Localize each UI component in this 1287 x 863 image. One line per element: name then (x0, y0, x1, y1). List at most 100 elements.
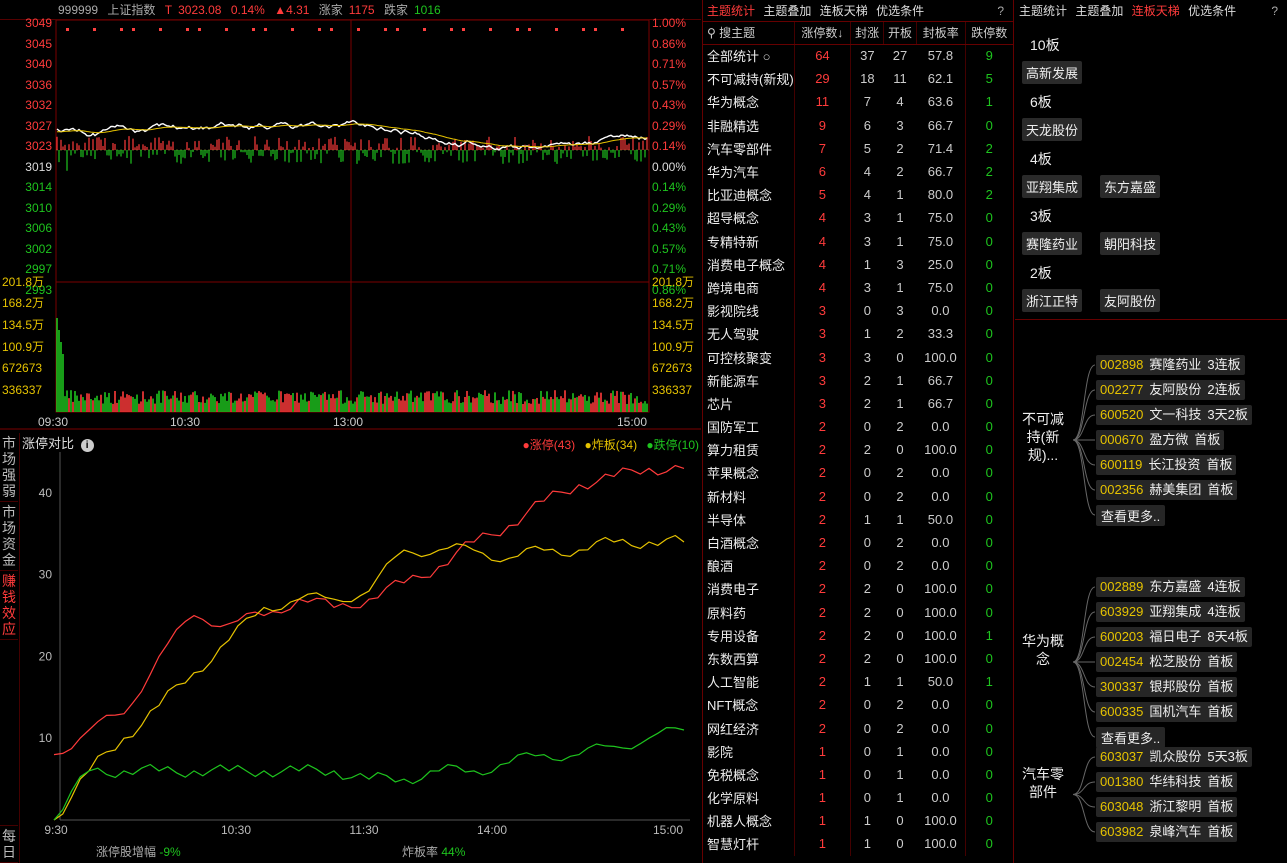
stock-name: 友阿股份 (1149, 382, 1202, 397)
seal-rate: 0.0 (916, 716, 966, 740)
tab-market-strength[interactable]: 市场强弱 (0, 433, 18, 502)
table-row[interactable]: 超导概念 4 3 1 75.0 0 (703, 206, 1013, 230)
group-stock-chip[interactable]: 002356 赫美集团 首板 (1096, 480, 1238, 500)
tab-limit-ladder[interactable]: 连板天梯 (820, 4, 868, 18)
table-row[interactable]: 影院 1 0 1 0.0 0 (703, 739, 1013, 763)
limit-up-count: 29 (794, 67, 852, 91)
seal-rate: 66.7 (916, 368, 966, 392)
table-row[interactable]: 算力租赁 2 2 0 100.0 0 (703, 438, 1013, 462)
ladder-stock-chip[interactable]: 朝阳科技 (1100, 232, 1161, 255)
limit-up-count: 3 (794, 391, 852, 415)
group-stock-chip[interactable]: 002277 友阿股份 2连板 (1096, 380, 1245, 400)
table-row[interactable]: 全部统计 ○ 64 37 27 57.8 9 (703, 44, 1013, 68)
help-icon[interactable]: ? (997, 0, 1004, 22)
table-row[interactable]: 华为概念 11 7 4 63.6 1 (703, 90, 1013, 114)
table-row[interactable]: 专精特新 4 3 1 75.0 0 (703, 229, 1013, 253)
group-stock-chip[interactable]: 603929 亚翔集成 4连板 (1096, 602, 1245, 622)
limit-down-count: 0 (985, 766, 993, 782)
group-stock-chip[interactable]: 603037 凯众股份 5天3板 (1096, 747, 1252, 767)
table-header-row: ⚲ 搜主题 涨停数↓ 封涨 开板 封板率 跌停数 (703, 22, 1013, 45)
table-row[interactable]: 新材料 2 0 2 0.0 0 (703, 484, 1013, 508)
table-row[interactable]: 苹果概念 2 0 2 0.0 0 (703, 461, 1013, 485)
table-row[interactable]: 东数西算 2 2 0 100.0 0 (703, 646, 1013, 671)
table-row[interactable]: 可控核聚变 3 3 0 100.0 0 (703, 345, 1013, 369)
table-row[interactable]: 比亚迪概念 5 4 1 80.0 2 (703, 183, 1013, 207)
table-row[interactable]: 网红经济 2 0 2 0.0 0 (703, 716, 1013, 740)
table-row[interactable]: 免税概念 1 0 1 0.0 0 (703, 762, 1013, 786)
table-row[interactable]: 智慧灯杆 1 1 0 100.0 0 (703, 832, 1013, 856)
table-row[interactable]: 半导体 2 1 1 50.0 0 (703, 507, 1013, 531)
table-row[interactable]: 汽车零部件 7 5 2 71.4 2 (703, 136, 1013, 160)
group-stock-chip[interactable]: 600520 文一科技 3天2板 (1096, 405, 1252, 425)
group-stock-chip[interactable]: 001380 华纬科技 首板 (1096, 772, 1238, 792)
table-row[interactable]: 非融精选 9 6 3 66.7 0 (703, 113, 1013, 137)
tab-profit-effect[interactable]: 赚钱效应 (0, 571, 18, 640)
stats-circle-icon[interactable]: ○ (759, 49, 771, 64)
table-row[interactable]: 消费电子 2 2 0 100.0 0 (703, 577, 1013, 601)
table-row[interactable]: 新能源车 3 2 1 66.7 0 (703, 368, 1013, 392)
index-chart-canvas[interactable] (0, 0, 701, 430)
table-row[interactable]: 芯片 3 2 1 66.7 0 (703, 391, 1013, 415)
index-chart-panel[interactable]: 999999 上证指数 T 3023.08 0.14% ▲4.31 涨家 1175 … (0, 0, 701, 430)
group-stock-chip[interactable]: 002889 东方嘉盛 4连板 (1096, 577, 1245, 597)
table-row[interactable]: 消费电子概念 4 1 3 25.0 0 (703, 252, 1013, 276)
col-opened[interactable]: 开板 (883, 22, 917, 45)
group-stock-chip[interactable]: 600119 长江投资 首板 (1096, 455, 1237, 475)
ladder-tab-limit-ladder[interactable]: 连板天梯 (1132, 4, 1180, 18)
ladder-stock-chip[interactable]: 东方嘉盛 (1100, 175, 1161, 198)
group-stock-chip[interactable]: 600203 福日电子 8天4板 (1096, 627, 1252, 647)
table-row[interactable]: 无人驾驶 3 1 2 33.3 0 (703, 322, 1013, 346)
ladder-stock-chip[interactable]: 友阿股份 (1100, 289, 1161, 312)
search-theme-header[interactable]: ⚲ 搜主题 (703, 22, 795, 45)
table-row[interactable]: 国防军工 2 0 2 0.0 0 (703, 415, 1013, 439)
opened-count: 1 (896, 790, 904, 806)
table-row[interactable]: 酿酒 2 0 2 0.0 0 (703, 554, 1013, 578)
group-stock-chip[interactable]: 002454 松芝股份 首板 (1096, 652, 1238, 672)
group-stock-chip[interactable]: 300337 银邦股份 首板 (1096, 677, 1238, 697)
sealed-count: 0 (863, 488, 871, 504)
ladder-help-icon[interactable]: ? (1271, 0, 1278, 22)
tab-filter[interactable]: 优选条件 (876, 4, 924, 18)
table-row[interactable]: 白酒概念 2 0 2 0.0 0 (703, 530, 1013, 555)
limit-up-count: 11 (794, 90, 852, 114)
info-icon[interactable]: i (80, 439, 94, 452)
table-row[interactable]: 人工智能 2 1 1 50.0 1 (703, 670, 1013, 694)
col-limit-up[interactable]: 涨停数↓ (794, 22, 852, 45)
tab-daily[interactable]: 每日 (0, 825, 18, 863)
ladder-tab-theme-overlay[interactable]: 主题叠加 (1075, 4, 1123, 18)
sealed-count: 4 (863, 164, 871, 180)
theme-name: 无人驾驶 (703, 322, 795, 346)
col-sealed[interactable]: 封涨 (850, 22, 885, 45)
group-stock-chip[interactable]: 603982 泉峰汽车 首板 (1096, 822, 1238, 842)
col-seal-rate[interactable]: 封板率 (916, 22, 966, 45)
table-row[interactable]: 化学原料 1 0 1 0.0 0 (703, 786, 1013, 810)
table-row[interactable]: 机器人概念 1 1 0 100.0 0 (703, 809, 1013, 833)
table-row[interactable]: 影视院线 3 0 3 0.0 0 (703, 299, 1013, 323)
table-row[interactable]: 华为汽车 6 4 2 66.7 2 (703, 159, 1013, 184)
col-limit-down[interactable]: 跌停数 (965, 22, 1013, 45)
ladder-stock-chip[interactable]: 亚翔集成 (1022, 175, 1083, 198)
tree-branch (1072, 439, 1096, 491)
compare-chart[interactable]: 10 20 30 40 9:30 10:30 11:30 14:00 15:00 (20, 452, 700, 862)
ladder-stock-chip[interactable]: 赛隆药业 (1022, 232, 1083, 255)
group-stock-chip[interactable]: 600335 国机汽车 首板 (1096, 702, 1238, 722)
tab-theme-overlay[interactable]: 主题叠加 (763, 4, 811, 18)
tab-theme-stats[interactable]: 主题统计 (707, 4, 755, 18)
ladder-stock-chip[interactable]: 高新发展 (1022, 61, 1083, 84)
view-more-button[interactable]: 查看更多.. (1096, 727, 1166, 748)
table-row[interactable]: 不可减持(新规) 29 18 11 62.1 5 (703, 67, 1013, 91)
stock-code: 603048 (1100, 799, 1144, 814)
table-row[interactable]: 专用设备 2 2 0 100.0 1 (703, 623, 1013, 647)
ladder-stock-chip[interactable]: 天龙股份 (1022, 118, 1083, 141)
group-stock-chip[interactable]: 603048 浙江黎明 首板 (1096, 797, 1238, 817)
table-row[interactable]: NFT概念 2 0 2 0.0 0 (703, 693, 1013, 717)
group-stock-chip[interactable]: 002898 赛隆药业 3连板 (1096, 355, 1245, 375)
table-row[interactable]: 跨境电商 4 3 1 75.0 0 (703, 275, 1013, 300)
group-stock-chip[interactable]: 000670 盈方微 首板 (1096, 430, 1225, 450)
ladder-stock-chip[interactable]: 浙江正特 (1022, 289, 1083, 312)
table-row[interactable]: 原料药 2 2 0 100.0 0 (703, 600, 1013, 624)
tab-market-funds[interactable]: 市场资金 (0, 502, 18, 571)
view-more-button[interactable]: 查看更多.. (1096, 505, 1166, 526)
ladder-tab-filter[interactable]: 优选条件 (1188, 4, 1236, 18)
ladder-tab-theme-stats[interactable]: 主题统计 (1019, 4, 1067, 18)
